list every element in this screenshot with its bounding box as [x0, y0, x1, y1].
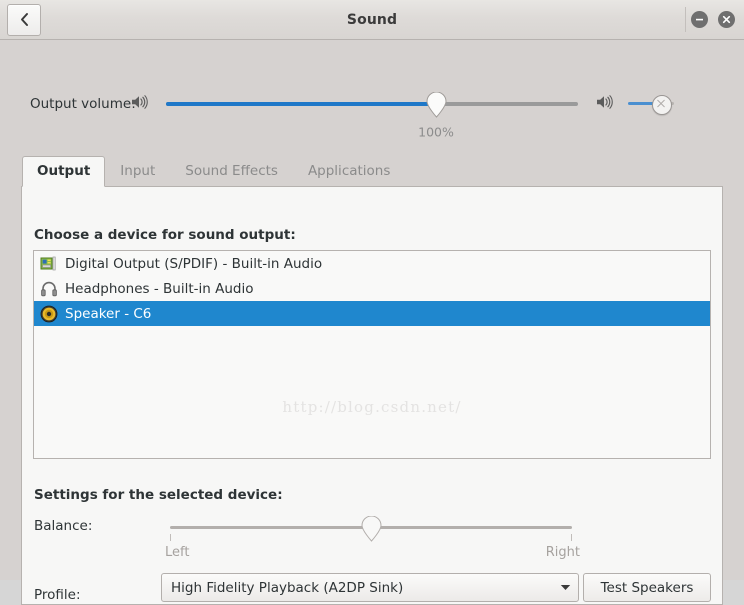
device-list[interactable]: Digital Output (S/PDIF) - Built-in Audio…: [33, 250, 711, 459]
settings-for-device-label: Settings for the selected device:: [34, 487, 283, 503]
tab-sound-effects-label: Sound Effects: [185, 163, 278, 179]
settings-notebook: Output Input Sound Effects Applications …: [21, 156, 723, 605]
balance-slider[interactable]: Left Right: [165, 516, 580, 560]
profile-selected-value: High Fidelity Playback (A2DP Sink): [171, 579, 404, 596]
profile-dropdown[interactable]: High Fidelity Playback (A2DP Sink): [161, 573, 579, 602]
amplify-volume-icon: [596, 95, 613, 114]
titlebar-divider: [685, 7, 686, 32]
balance-slider-handle[interactable]: [360, 516, 382, 542]
list-item-label: Digital Output (S/PDIF) - Built-in Audio: [65, 255, 323, 272]
balance-label: Balance:: [34, 518, 93, 534]
list-item-label: Headphones - Built-in Audio: [65, 280, 254, 297]
sound-settings-window: Sound Output volume: 100% Output Input S…: [0, 0, 744, 605]
output-tab-page: Choose a device for sound output: Digita…: [21, 187, 723, 605]
tab-strip: Output Input Sound Effects Applications: [21, 156, 723, 187]
headphones-icon: [39, 279, 59, 299]
volume-high-icon: [131, 95, 148, 114]
output-volume-row: Output volume: 100%: [0, 40, 744, 140]
test-speakers-label: Test Speakers: [600, 579, 694, 596]
chevron-left-icon: [19, 12, 30, 27]
tab-applications-label: Applications: [307, 163, 391, 179]
minimize-button[interactable]: [691, 11, 708, 28]
window-controls: [691, 0, 735, 39]
list-item-speaker-c6[interactable]: Speaker - C6: [34, 301, 710, 326]
output-volume-label: Output volume:: [30, 96, 136, 112]
tab-input-label: Input: [120, 163, 156, 179]
minimize-icon: [695, 15, 704, 24]
tab-output-label: Output: [37, 163, 91, 179]
list-item-headphones[interactable]: Headphones - Built-in Audio: [34, 276, 710, 301]
list-item-digital-output[interactable]: Digital Output (S/PDIF) - Built-in Audio: [34, 251, 710, 276]
amplify-slider[interactable]: [628, 94, 674, 115]
balance-right-label: Right: [545, 545, 580, 560]
speaker-icon: [39, 304, 59, 324]
tab-sound-effects[interactable]: Sound Effects: [170, 156, 293, 186]
choose-device-label: Choose a device for sound output:: [34, 227, 296, 243]
close-button[interactable]: [718, 11, 735, 28]
list-item-label: Speaker - C6: [65, 305, 152, 322]
output-volume-slider[interactable]: [166, 92, 578, 118]
titlebar: Sound: [0, 0, 744, 40]
profile-label: Profile:: [34, 587, 81, 603]
output-volume-value: 100%: [418, 124, 454, 140]
watermark-text: http://blog.csdn.net/: [282, 398, 462, 416]
test-speakers-button[interactable]: Test Speakers: [583, 573, 711, 602]
chevron-down-icon: [552, 584, 578, 591]
tab-output[interactable]: Output: [22, 156, 106, 187]
back-button[interactable]: [7, 3, 41, 36]
tab-input[interactable]: Input: [105, 156, 170, 186]
balance-tick-right: [571, 534, 572, 541]
slider-fill: [166, 102, 436, 106]
digital-output-icon: [39, 254, 59, 274]
amplify-slider-handle[interactable]: [652, 94, 672, 115]
window-body: Output volume: 100% Output Input Sound E…: [0, 40, 744, 605]
tab-applications[interactable]: Applications: [293, 156, 405, 186]
close-icon: [722, 15, 731, 24]
window-title: Sound: [346, 11, 398, 28]
balance-left-label: Left: [165, 545, 190, 560]
slider-handle[interactable]: [425, 92, 447, 118]
balance-tick-left: [170, 534, 171, 541]
